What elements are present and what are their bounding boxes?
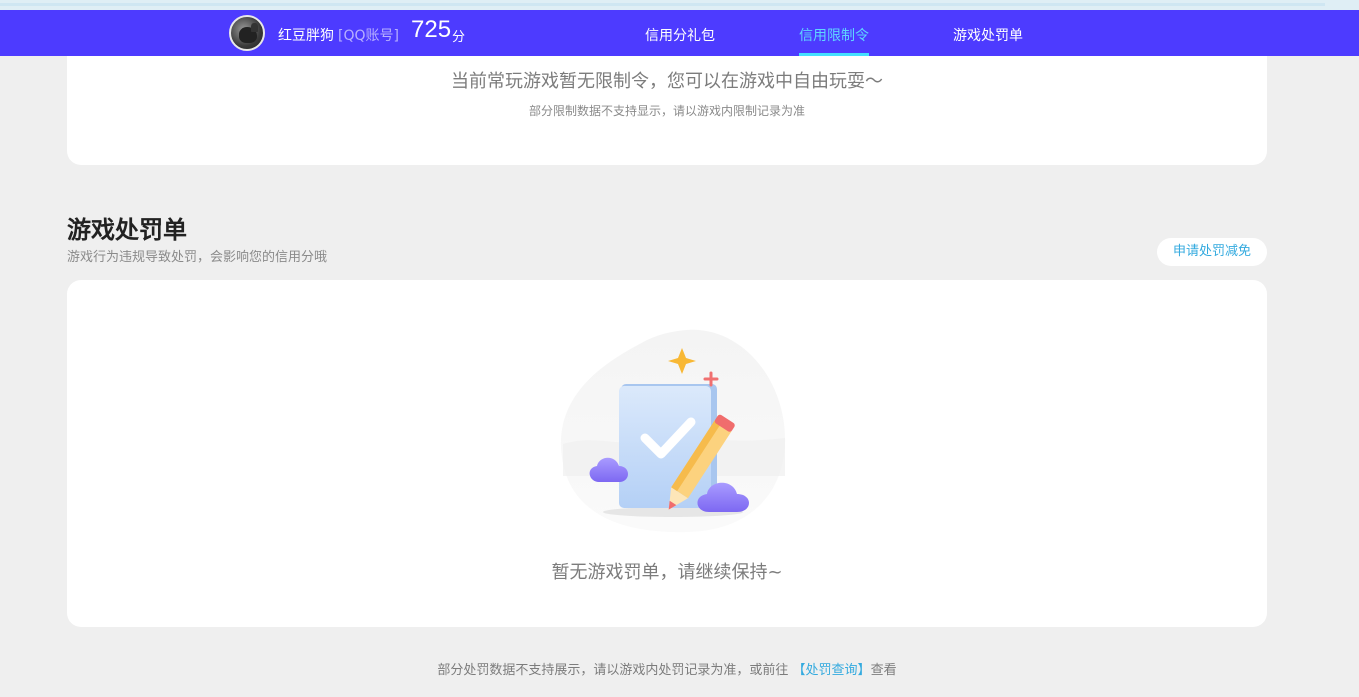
penalty-section-subtitle: 游戏行为违规导致处罚，会影响您的信用分哦 — [67, 250, 328, 265]
user-nickname: 红豆胖狗 — [278, 28, 334, 44]
footer-text: 部分处罚数据不支持展示，请以游戏内处罚记录为准，或前往 — [437, 663, 793, 678]
user-avatar[interactable] — [229, 15, 265, 51]
footer-text-end: 查看 — [870, 663, 897, 678]
top-nav-bar: 红豆胖狗 [QQ账号] 725 分 信用分礼包 信用限制令 游戏处罚单 — [0, 10, 1359, 56]
browser-top-strip — [0, 0, 1359, 10]
empty-penalty-text: 暂无游戏罚单，请继续保持~ — [551, 562, 783, 583]
empty-clipboard-illustration — [560, 329, 786, 533]
penalty-section-title: 游戏处罚单 — [67, 216, 187, 244]
tab-credit-gift[interactable]: 信用分礼包 — [645, 25, 715, 45]
penalty-query-link[interactable]: 【处罚查询】 — [793, 663, 871, 678]
tab-credit-restriction[interactable]: 信用限制令 — [799, 25, 869, 45]
restriction-note: 部分限制数据不支持显示，请以游戏内限制记录为准 — [528, 104, 805, 118]
restriction-card: 当前常玩游戏暂无限制令，您可以在游戏中自由玩耍～ 部分限制数据不支持显示，请以游… — [67, 56, 1267, 165]
footer-note: 部分处罚数据不支持展示，请以游戏内处罚记录为准，或前往 【处罚查询】查看 — [0, 659, 1334, 678]
credit-score: 725 — [411, 16, 452, 43]
account-type-label: [QQ账号] — [338, 28, 399, 44]
restriction-status-text: 当前常玩游戏暂无限制令，您可以在游戏中自由玩耍～ — [451, 71, 883, 92]
credit-score-unit: 分 — [452, 30, 466, 45]
penalty-card: 暂无游戏罚单，请继续保持~ — [67, 280, 1267, 627]
tab-game-penalty[interactable]: 游戏处罚单 — [953, 25, 1023, 45]
apply-penalty-reduction-button[interactable]: 申请处罚减免 — [1157, 238, 1267, 266]
